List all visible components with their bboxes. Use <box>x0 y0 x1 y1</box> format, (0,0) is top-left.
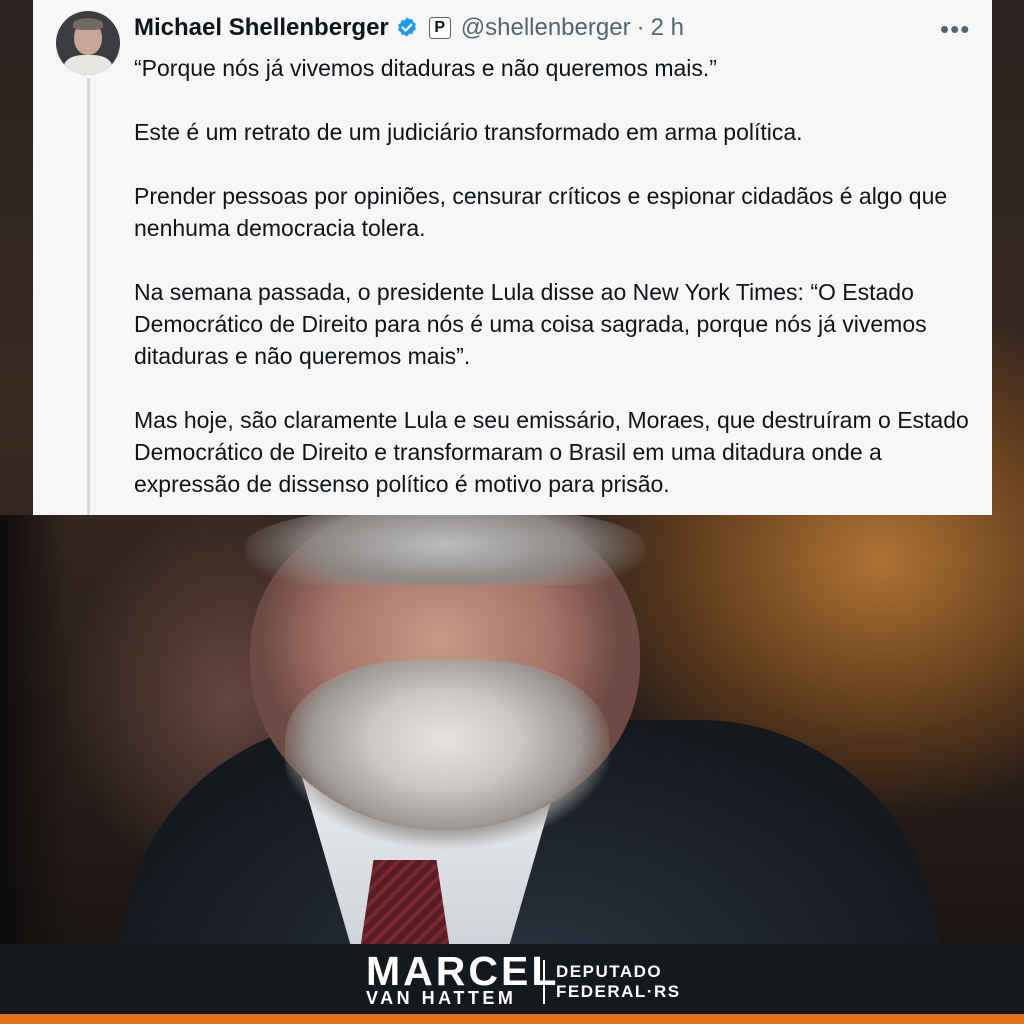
more-options-icon[interactable]: ••• <box>940 14 970 45</box>
brand-name: MARCEL <box>366 948 560 994</box>
accent-strip <box>0 1014 1024 1024</box>
brand-title-line1: DEPUTADO <box>556 962 663 981</box>
photo-beard <box>285 660 610 860</box>
verified-badge-icon[interactable] <box>395 16 419 40</box>
affiliate-badge: P <box>428 17 451 39</box>
avatar[interactable] <box>56 11 120 75</box>
tweet-paragraph: Mas hoje, são claramente Lula e seu emis… <box>134 407 969 497</box>
photo-shadow <box>0 515 70 945</box>
tweet-paragraph: Na semana passada, o presidente Lula dis… <box>134 279 927 369</box>
brand-title-line2: FEDERAL·RS <box>556 982 681 1001</box>
photo-tie <box>360 860 450 950</box>
brand-divider <box>543 960 545 1004</box>
thread-line <box>87 78 90 515</box>
tweet-paragraph: “Porque nós já vivemos ditaduras e não q… <box>134 55 717 81</box>
author-name[interactable]: Michael Shellenberger <box>134 14 389 42</box>
brand-surname: VAN HATTEM <box>366 988 517 1008</box>
tweet-header: Michael Shellenberger P @shellenberger ·… <box>134 12 684 44</box>
tweet-paragraph: Este é um retrato de um judiciário trans… <box>134 119 803 145</box>
tweet-text: “Porque nós já vivemos ditaduras e não q… <box>134 52 984 532</box>
tweet-paragraph: Prender pessoas por opiniões, censurar c… <box>134 183 948 241</box>
header-separator: · <box>636 14 645 41</box>
tweet-timestamp[interactable]: 2 h <box>651 14 684 42</box>
author-handle[interactable]: @shellenberger <box>461 14 631 42</box>
